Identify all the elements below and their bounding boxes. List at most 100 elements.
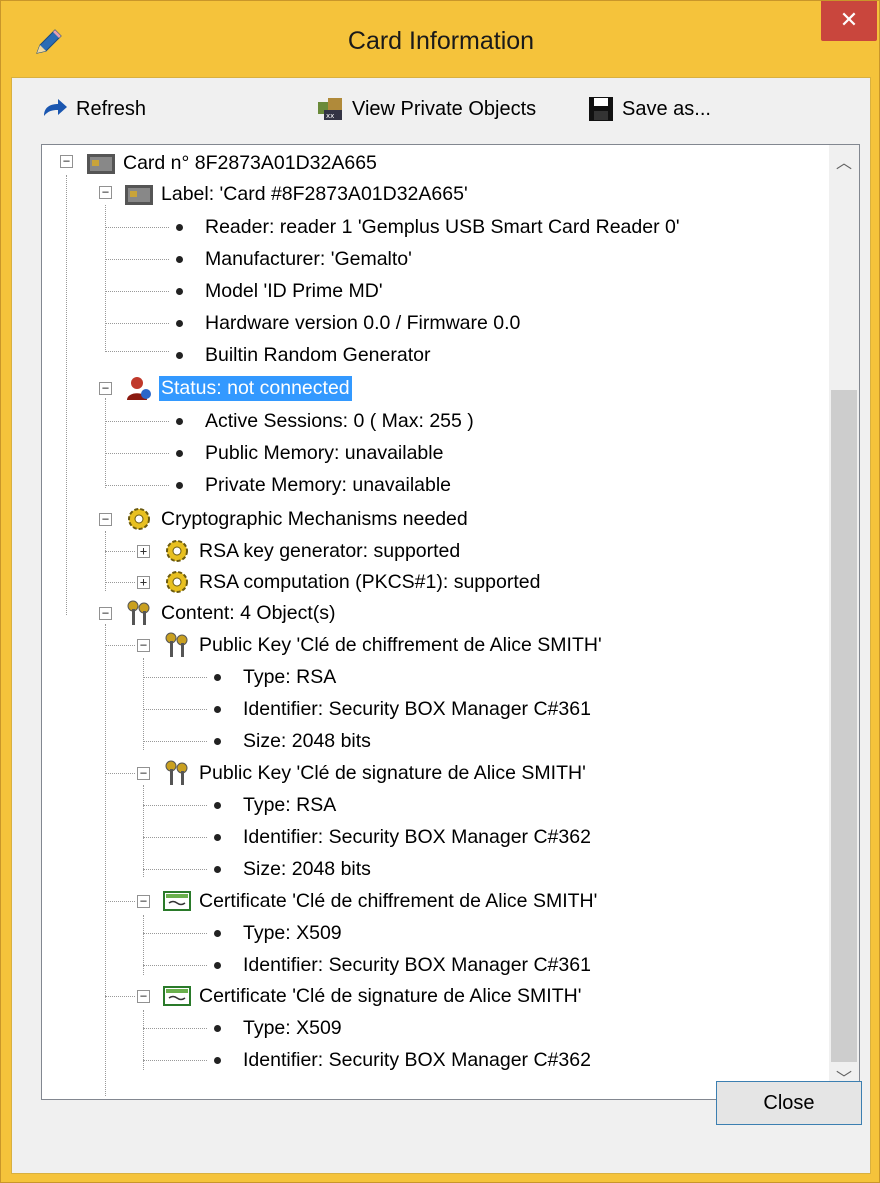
pk1-size-text: Size: 2048 bits — [243, 729, 371, 752]
pk1-type-text: Type: RSA — [243, 665, 337, 688]
tree-vertical-scrollbar[interactable]: ︿ ﹀ — [829, 145, 859, 1099]
tree-leaf-public-memory[interactable]: Public Memory: unavailable — [170, 437, 445, 469]
gear-icon — [128, 508, 150, 530]
tree-node-crypto-mechanisms[interactable]: Cryptographic Mechanisms needed — [124, 503, 470, 535]
tree-node-public-key-1[interactable]: Public Key 'Clé de chiffrement de Alice … — [162, 629, 604, 661]
gear-icon — [166, 540, 188, 562]
expander-card[interactable]: − — [60, 155, 73, 168]
tree-leaf-pk2-size[interactable]: Size: 2048 bits — [208, 853, 373, 885]
tree-node-status[interactable]: Status: not connected — [124, 372, 352, 404]
keys-icon — [165, 760, 188, 785]
tree-leaf-active-sessions[interactable]: Active Sessions: 0 ( Max: 255 ) — [170, 405, 476, 437]
cert2-identifier-text: Identifier: Security BOX Manager C#362 — [243, 1048, 591, 1071]
expander-rsa-generator[interactable]: + — [137, 545, 150, 558]
keys-icon — [127, 600, 150, 625]
window-close-button[interactable]: ✕ — [821, 1, 877, 41]
tree-leaf-cert2-type[interactable]: Type: X509 — [208, 1012, 344, 1044]
tree-leaf-pk2-identifier[interactable]: Identifier: Security BOX Manager C#362 — [208, 821, 593, 853]
content-text: Content: 4 Object(s) — [161, 601, 336, 624]
card-label-text: Label: 'Card #8F2873A01D32A665' — [161, 182, 468, 205]
tree-leaf-pk1-size[interactable]: Size: 2048 bits — [208, 725, 373, 757]
bullet-icon — [214, 1024, 221, 1032]
random-generator-text: Builtin Random Generator — [205, 343, 431, 366]
tree-node-certificate-2[interactable]: Certificate 'Clé de signature de Alice S… — [162, 980, 583, 1012]
tree-leaf-cert2-identifier[interactable]: Identifier: Security BOX Manager C#362 — [208, 1044, 593, 1076]
hardware-text: Hardware version 0.0 / Firmware 0.0 — [205, 311, 521, 334]
dialog-client-area: Refresh xx View Private Objects Save as.… — [11, 77, 871, 1174]
private-memory-text: Private Memory: unavailable — [205, 473, 452, 496]
tree-node-card[interactable]: Card n° 8F2873A01D32A665 — [86, 147, 379, 179]
cert1-identifier-text: Identifier: Security BOX Manager C#361 — [243, 953, 591, 976]
tree-leaf-reader[interactable]: Reader: reader 1 'Gemplus USB Smart Card… — [170, 211, 682, 243]
tree-leaf-cert1-identifier[interactable]: Identifier: Security BOX Manager C#361 — [208, 949, 593, 981]
tree-leaf-private-memory[interactable]: Private Memory: unavailable — [170, 469, 453, 501]
crypto-mechanisms-text: Cryptographic Mechanisms needed — [161, 507, 468, 530]
expander-content[interactable]: − — [99, 607, 112, 620]
cert2-type-text: Type: X509 — [243, 1016, 342, 1039]
active-sessions-text: Active Sessions: 0 ( Max: 255 ) — [205, 409, 474, 432]
bullet-icon — [214, 929, 221, 937]
tree-leaf-pk2-type[interactable]: Type: RSA — [208, 789, 338, 821]
bullet-icon — [176, 287, 183, 295]
expander-certificate-2[interactable]: − — [137, 990, 150, 1003]
tree-node-rsa-computation[interactable]: RSA computation (PKCS#1): supported — [162, 566, 542, 598]
scroll-up-icon[interactable]: ︿ — [829, 149, 859, 179]
close-button[interactable]: Close — [716, 1081, 862, 1125]
bullet-icon — [214, 673, 221, 681]
svg-text:xx: xx — [326, 112, 334, 120]
tree-node-content[interactable]: Content: 4 Object(s) — [124, 597, 338, 629]
refresh-button[interactable]: Refresh — [40, 96, 146, 122]
tree-leaf-pk1-identifier[interactable]: Identifier: Security BOX Manager C#361 — [208, 693, 593, 725]
scrollbar-thumb[interactable] — [831, 390, 857, 1062]
tree-leaf-random-generator[interactable]: Builtin Random Generator — [170, 339, 432, 371]
public-key-2-text: Public Key 'Clé de signature de Alice SM… — [199, 761, 586, 784]
bullet-icon — [214, 737, 221, 745]
tree-leaf-cert1-type[interactable]: Type: X509 — [208, 917, 344, 949]
expander-public-key-2[interactable]: − — [137, 767, 150, 780]
refresh-arrow-icon — [44, 99, 67, 116]
save-as-label: Save as... — [622, 97, 711, 120]
tree-leaf-manufacturer[interactable]: Manufacturer: 'Gemalto' — [170, 243, 414, 275]
rsa-generator-text: RSA key generator: supported — [199, 539, 461, 562]
bullet-icon — [176, 449, 183, 457]
card-information-window: Card Information ✕ Refresh xx View Priva… — [0, 0, 880, 1183]
expander-status[interactable]: − — [99, 382, 112, 395]
view-private-objects-button[interactable]: xx View Private Objects — [316, 96, 536, 122]
expander-label[interactable]: − — [99, 186, 112, 199]
pk1-identifier-text: Identifier: Security BOX Manager C#361 — [243, 697, 591, 720]
save-as-button[interactable]: Save as... — [586, 96, 711, 122]
bullet-icon — [214, 1056, 221, 1064]
expander-certificate-1[interactable]: − — [137, 895, 150, 908]
gear-icon — [166, 571, 188, 593]
bullet-icon — [176, 481, 183, 489]
pk2-size-text: Size: 2048 bits — [243, 857, 371, 880]
pk2-type-text: Type: RSA — [243, 793, 337, 816]
tree-node-certificate-1[interactable]: Certificate 'Clé de chiffrement de Alice… — [162, 885, 599, 917]
model-text: Model 'ID Prime MD' — [205, 279, 383, 302]
bullet-icon — [214, 705, 221, 713]
tree-node-label[interactable]: Label: 'Card #8F2873A01D32A665' — [124, 178, 470, 210]
public-key-1-text: Public Key 'Clé de chiffrement de Alice … — [199, 633, 602, 656]
title-bar[interactable]: Card Information ✕ — [1, 1, 880, 81]
pk2-identifier-text: Identifier: Security BOX Manager C#362 — [243, 825, 591, 848]
tree-leaf-pk1-type[interactable]: Type: RSA — [208, 661, 338, 693]
tree-leaf-hardware[interactable]: Hardware version 0.0 / Firmware 0.0 — [170, 307, 522, 339]
refresh-label: Refresh — [76, 97, 147, 120]
expander-public-key-1[interactable]: − — [137, 639, 150, 652]
manufacturer-text: Manufacturer: 'Gemalto' — [205, 247, 412, 270]
floppy-disk-icon — [589, 97, 613, 121]
tree-node-rsa-generator[interactable]: RSA key generator: supported — [162, 535, 462, 567]
expander-crypto[interactable]: − — [99, 513, 112, 526]
certificate-1-text: Certificate 'Clé de chiffrement de Alice… — [199, 889, 598, 912]
card-number-label: Card n° 8F2873A01D32A665 — [123, 151, 377, 174]
card-tree-view[interactable]: − Card n° 8F2873A01D32A665 − Label: 'Car… — [41, 144, 860, 1100]
certificate-icon — [163, 891, 191, 911]
bullet-icon — [214, 961, 221, 969]
tree-node-public-key-2[interactable]: Public Key 'Clé de signature de Alice SM… — [162, 757, 588, 789]
status-text: Status: not connected — [159, 375, 352, 401]
expander-rsa-computation[interactable]: + — [137, 576, 150, 589]
tree-leaf-model[interactable]: Model 'ID Prime MD' — [170, 275, 385, 307]
private-objects-icon: xx — [318, 98, 342, 120]
keys-icon — [165, 632, 188, 657]
bullet-icon — [176, 255, 183, 263]
